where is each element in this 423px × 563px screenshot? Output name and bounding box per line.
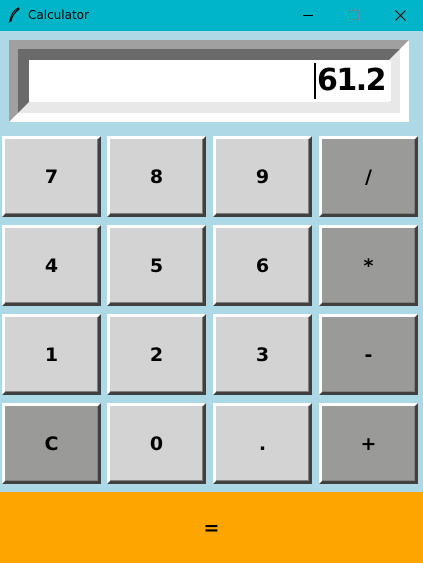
key-multiply[interactable]: * [319, 225, 418, 306]
maximize-icon [348, 10, 359, 20]
window-title: Calculator [28, 8, 89, 22]
key-2[interactable]: 2 [107, 314, 206, 395]
equals-button[interactable]: = [0, 492, 423, 563]
key-divide[interactable]: / [319, 136, 418, 217]
close-icon [394, 10, 406, 21]
key-7[interactable]: 7 [2, 136, 101, 217]
minimize-icon [302, 15, 313, 16]
minimize-button[interactable] [285, 0, 331, 31]
key-8[interactable]: 8 [107, 136, 206, 217]
maximize-button[interactable] [331, 0, 377, 31]
key-6[interactable]: 6 [213, 225, 312, 306]
display-value: 61.2 [316, 63, 387, 98]
title-bar[interactable]: Calculator [0, 0, 423, 31]
text-caret [313, 63, 316, 99]
display-panel: 61.2 [9, 40, 409, 122]
key-9[interactable]: 9 [213, 136, 312, 217]
key-4[interactable]: 4 [2, 225, 101, 306]
display-input[interactable]: 61.2 [29, 61, 391, 101]
key-clear[interactable]: C [2, 403, 101, 484]
key-3[interactable]: 3 [213, 314, 312, 395]
key-decimal[interactable]: . [213, 403, 312, 484]
close-button[interactable] [377, 0, 423, 31]
key-add[interactable]: + [319, 403, 418, 484]
key-subtract[interactable]: - [319, 314, 418, 395]
feather-icon [8, 7, 20, 23]
key-1[interactable]: 1 [2, 314, 101, 395]
key-5[interactable]: 5 [107, 225, 206, 306]
key-0[interactable]: 0 [107, 403, 206, 484]
